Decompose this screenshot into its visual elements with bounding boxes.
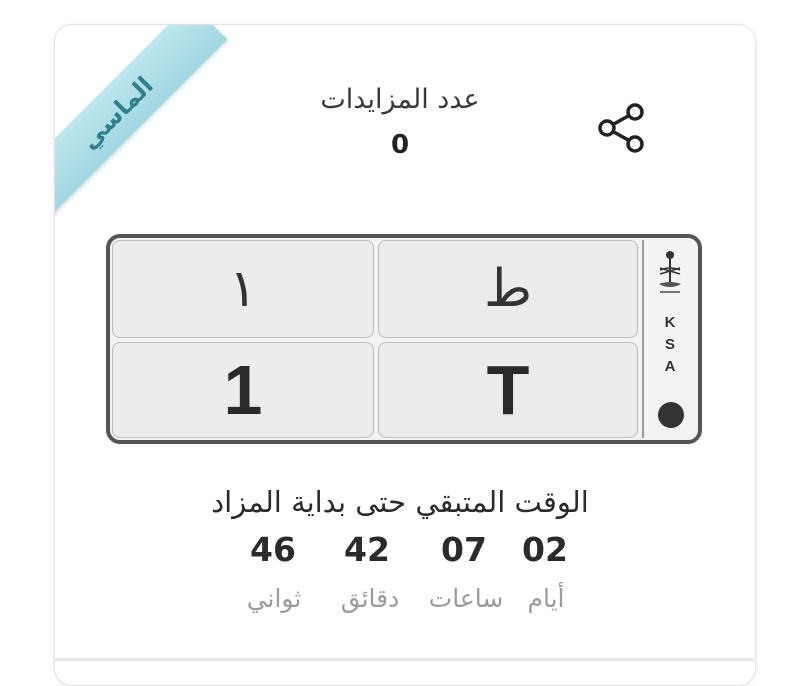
share-icon	[598, 103, 644, 153]
plate-ksa-a: A	[664, 358, 676, 375]
countdown-days-value: 02	[522, 530, 568, 569]
countdown-days-label: أيام	[527, 584, 565, 613]
plate-ksa-s: S	[664, 336, 675, 353]
countdown-seconds-value: 46	[250, 530, 296, 569]
countdown-hours-label: ساعات	[428, 584, 504, 613]
countdown-hours-value: 07	[441, 530, 487, 569]
plate-latin-number: 1	[112, 342, 374, 438]
saudi-emblem-icon	[659, 251, 681, 293]
tier-badge-label: الماسي	[55, 25, 228, 224]
plate-dot	[658, 402, 684, 428]
countdown-minutes-value: 42	[344, 530, 390, 569]
bids-count-value: 0	[390, 130, 410, 160]
plate-arabic-number: ١	[112, 240, 374, 338]
plate-country-strip: K S A	[642, 240, 696, 438]
plate-latin-letter: T	[378, 342, 638, 438]
license-plate: ١ ط 1 T K S A	[106, 234, 702, 444]
plate-arabic-letter: ط	[378, 240, 638, 338]
plate-ksa-k: K	[664, 314, 676, 331]
countdown-timer: 02 07 42 46 أيام ساعات دقائق ثواني	[230, 530, 590, 613]
countdown-seconds-label: ثواني	[246, 584, 302, 613]
share-button[interactable]	[598, 102, 646, 154]
bids-count-label: عدد المزايدات	[320, 84, 480, 115]
countdown-title: الوقت المتبقي حتى بداية المزاد	[211, 485, 589, 519]
card-divider	[54, 658, 754, 661]
countdown-minutes-label: دقائق	[340, 584, 400, 613]
